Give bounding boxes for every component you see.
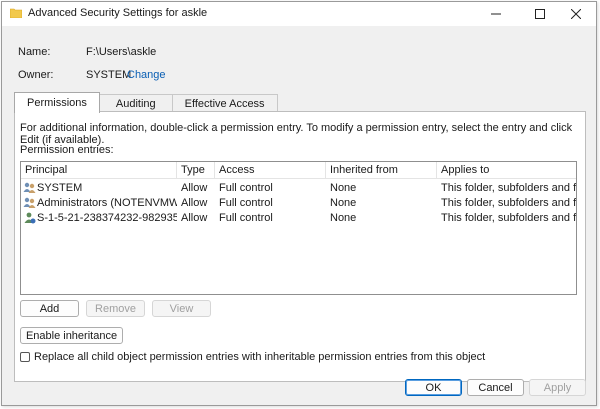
- permissions-info-text: For additional information, double-click…: [20, 122, 573, 146]
- principal-cell: SYSTEM: [37, 181, 83, 194]
- add-button[interactable]: Add: [20, 300, 79, 317]
- access-cell: Full control: [219, 196, 273, 209]
- close-icon: [571, 9, 581, 19]
- column-principal[interactable]: Principal: [21, 162, 177, 178]
- applies-to-cell: This folder, subfolders and files: [441, 211, 577, 224]
- column-inherited-from[interactable]: Inherited from: [326, 162, 437, 178]
- close-button[interactable]: [554, 2, 598, 26]
- permission-entries-list[interactable]: Principal Type Access Inherited from App…: [20, 161, 577, 295]
- enable-inheritance-button[interactable]: Enable inheritance: [20, 327, 123, 344]
- replace-child-permissions-label: Replace all child object permission entr…: [34, 351, 486, 363]
- owner-value: SYSTEM: [86, 69, 132, 81]
- inherited-from-cell: None: [330, 211, 357, 224]
- tab-strip: Permissions Auditing Effective Access: [14, 92, 278, 113]
- applies-to-cell: This folder, subfolders and files: [441, 181, 577, 194]
- change-owner-link[interactable]: Change: [127, 69, 166, 81]
- dialog-content: Name: F:\Users\askle Owner: SYSTEM Chang…: [2, 26, 596, 405]
- maximize-icon: [535, 9, 545, 19]
- permission-entries-label: Permission entries:: [20, 144, 114, 156]
- type-cell: Allow: [181, 196, 208, 209]
- inherited-from-cell: None: [330, 181, 357, 194]
- title-bar: Advanced Security Settings for askle: [2, 2, 596, 26]
- minimize-button[interactable]: [474, 2, 518, 26]
- tab-auditing[interactable]: Auditing: [98, 94, 173, 112]
- replace-child-permissions-checkbox[interactable]: [20, 352, 30, 362]
- access-cell: Full control: [219, 211, 273, 224]
- name-label: Name:: [18, 46, 51, 58]
- owner-label: Owner:: [18, 69, 54, 81]
- name-value: F:\Users\askle: [86, 46, 157, 58]
- type-cell: Allow: [181, 211, 208, 224]
- advanced-security-dialog: Advanced Security Settings for askle Nam…: [1, 1, 597, 406]
- table-row[interactable]: S-1-5-21-238374232-982935079-... Allow F…: [21, 210, 576, 225]
- column-type[interactable]: Type: [177, 162, 215, 178]
- ok-button[interactable]: OK: [405, 379, 462, 396]
- tab-permissions[interactable]: Permissions: [14, 92, 100, 113]
- permissions-panel: For additional information, double-click…: [14, 111, 586, 382]
- cancel-button[interactable]: Cancel: [467, 379, 524, 396]
- table-row[interactable]: SYSTEM Allow Full control None This fold…: [21, 180, 576, 195]
- tab-effective-access[interactable]: Effective Access: [171, 94, 278, 112]
- minimize-icon: [491, 13, 501, 15]
- type-cell: Allow: [181, 181, 208, 194]
- view-button[interactable]: View: [152, 300, 211, 317]
- remove-button[interactable]: Remove: [86, 300, 145, 317]
- list-header: Principal Type Access Inherited from App…: [21, 162, 576, 179]
- column-access[interactable]: Access: [215, 162, 326, 178]
- apply-button[interactable]: Apply: [529, 379, 586, 396]
- window-title: Advanced Security Settings for askle: [28, 7, 208, 19]
- table-row[interactable]: Administrators (NOTENVMWIN... Allow Full…: [21, 195, 576, 210]
- principal-cell: Administrators (NOTENVMWIN...: [37, 196, 177, 209]
- access-cell: Full control: [219, 181, 273, 194]
- applies-to-cell: This folder, subfolders and files: [441, 196, 577, 209]
- folder-icon: [10, 8, 22, 18]
- principal-cell: S-1-5-21-238374232-982935079-...: [37, 211, 177, 224]
- inherited-from-cell: None: [330, 196, 357, 209]
- column-applies-to[interactable]: Applies to: [437, 162, 576, 178]
